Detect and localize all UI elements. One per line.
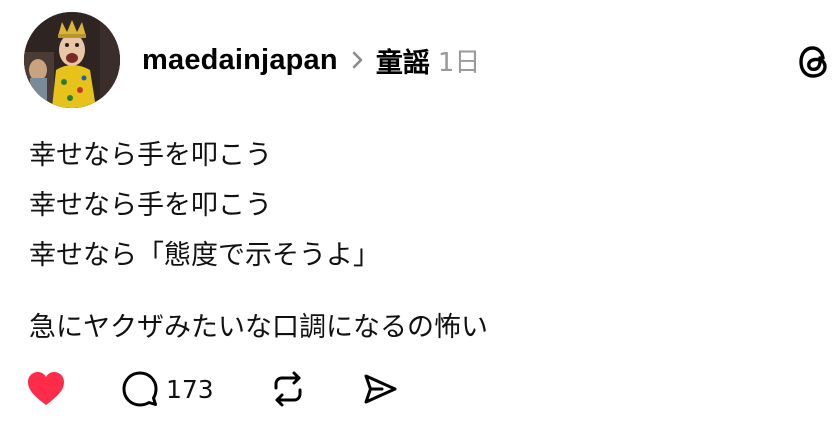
post-text-line: 幸せなら「態度で示そうよ」 xyxy=(29,240,380,271)
post-card: maedainjapan 童謡 1日 幸せなら手を叩こう 幸せなら手を叩こう 幸… xyxy=(0,0,840,431)
avatar-image xyxy=(24,12,120,108)
threads-logo-icon[interactable] xyxy=(796,42,832,82)
reply-button[interactable]: 173 xyxy=(120,366,214,412)
share-button[interactable] xyxy=(360,366,400,412)
post-timestamp: 1日 xyxy=(437,47,481,78)
chevron-right-icon xyxy=(352,50,366,70)
post-text-line: 急にヤクザみたいな口調になるの怖い xyxy=(29,312,488,343)
repost-button[interactable] xyxy=(268,366,308,412)
avatar[interactable] xyxy=(24,12,120,108)
heart-icon xyxy=(28,372,64,405)
repost-icon xyxy=(274,371,302,407)
like-button[interactable] xyxy=(26,366,66,412)
username-link[interactable]: maedainjapan xyxy=(142,44,338,77)
post-text-line: 幸せなら手を叩こう xyxy=(29,140,272,171)
comment-icon xyxy=(122,371,158,407)
share-icon xyxy=(364,374,397,404)
action-bar: 173 xyxy=(26,366,446,412)
post-header: maedainjapan 童謡 1日 xyxy=(142,39,480,81)
reply-count: 173 xyxy=(166,374,214,404)
topic-tag-link[interactable]: 童謡 xyxy=(376,41,430,80)
post-text-line: 幸せなら手を叩こう xyxy=(29,190,272,221)
